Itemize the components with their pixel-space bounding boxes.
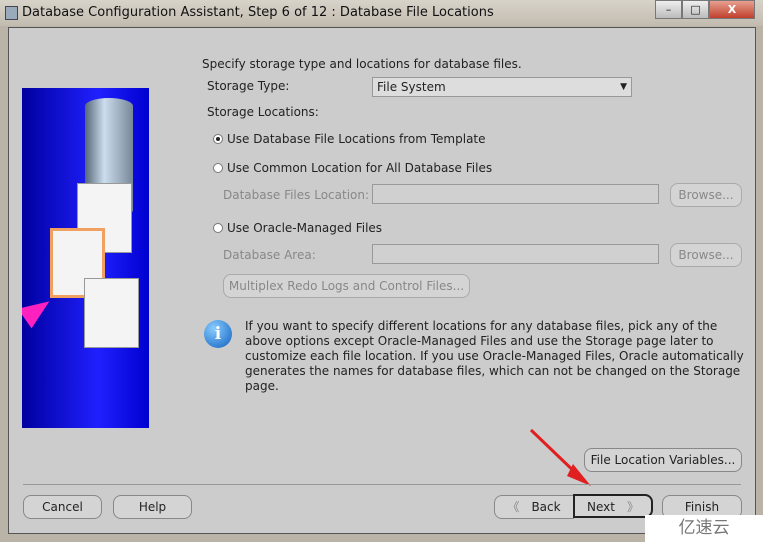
option-label: Use Common Location for All Database Fil…	[227, 161, 493, 175]
dialog-body: Specify storage type and locations for d…	[8, 27, 756, 534]
db-files-location-label: Database Files Location:	[223, 188, 370, 202]
next-button[interactable]: Next 》	[573, 494, 653, 518]
minimize-button[interactable]: –	[655, 0, 682, 19]
storage-type-value: File System	[377, 80, 446, 94]
back-button[interactable]: 《 Back	[494, 495, 574, 519]
radio-common-location[interactable]: Use Common Location for All Database Fil…	[213, 161, 492, 175]
help-button[interactable]: Help	[113, 495, 192, 519]
storage-type-select[interactable]: File System ▼	[372, 77, 632, 97]
back-label: Back	[531, 500, 561, 514]
db-area-input[interactable]	[372, 244, 659, 264]
storage-type-label: Storage Type:	[207, 79, 290, 93]
multiplex-button[interactable]: Multiplex Redo Logs and Control Files...	[223, 274, 470, 298]
radio-icon	[213, 163, 223, 173]
maximize-button[interactable]: □	[682, 0, 709, 19]
radio-icon	[213, 223, 223, 233]
browse-button-2[interactable]: Browse...	[670, 243, 742, 267]
storage-locations-label: Storage Locations:	[207, 105, 319, 119]
option-label: Use Oracle-Managed Files	[227, 221, 383, 235]
window-title: Database Configuration Assistant, Step 6…	[22, 5, 494, 20]
chevron-left-icon: 《	[507, 500, 520, 514]
file-location-variables-button[interactable]: File Location Variables...	[584, 448, 742, 472]
radio-template[interactable]: Use Database File Locations from Templat…	[213, 132, 486, 146]
separator	[23, 484, 741, 485]
chevron-down-icon: ▼	[620, 82, 627, 92]
browse-button-1[interactable]: Browse...	[670, 183, 742, 207]
watermark-logo: 亿速云	[645, 515, 763, 542]
radio-oracle-managed[interactable]: Use Oracle-Managed Files	[213, 221, 382, 235]
document-icon	[84, 278, 139, 348]
db-area-label: Database Area:	[223, 248, 316, 262]
intro-text: Specify storage type and locations for d…	[202, 57, 522, 71]
info-icon: i	[204, 320, 232, 348]
close-button[interactable]: X	[709, 0, 755, 19]
radio-icon	[213, 134, 223, 144]
db-files-location-input[interactable]	[372, 184, 659, 204]
red-arrow-annotation	[529, 428, 591, 486]
database-illustration	[22, 88, 149, 428]
title-bar: Database Configuration Assistant, Step 6…	[0, 0, 763, 26]
info-text: If you want to specify different locatio…	[245, 319, 744, 393]
chevron-right-icon: 》	[626, 500, 639, 514]
cancel-button[interactable]: Cancel	[23, 495, 102, 519]
app-icon	[5, 6, 18, 20]
option-label: Use Database File Locations from Templat…	[227, 132, 486, 146]
next-label: Next	[587, 500, 615, 514]
